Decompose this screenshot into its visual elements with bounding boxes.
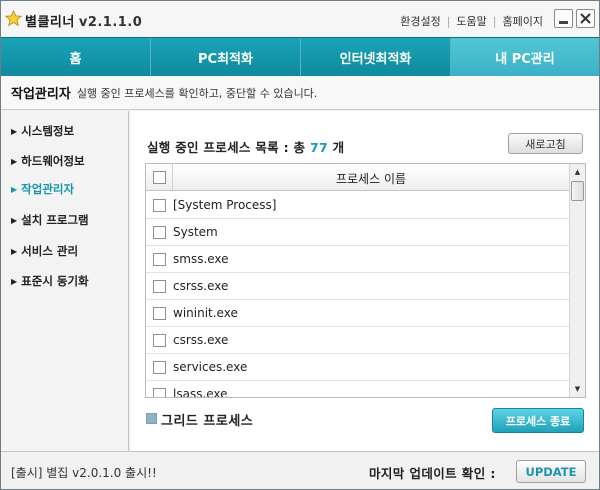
process-list-title: 실행 중인 프로세스 목록 : 총 77 개: [147, 137, 344, 156]
arrow-icon: ▶: [11, 247, 18, 256]
table-row[interactable]: smss.exe: [146, 246, 570, 273]
row-checkbox[interactable]: [153, 307, 166, 320]
table-row[interactable]: System: [146, 219, 570, 246]
sidebar-item-label: 설치 프로그램: [21, 213, 89, 227]
homepage-link[interactable]: 홈페이지: [503, 13, 543, 29]
close-button[interactable]: [576, 9, 595, 28]
process-name: [System Process]: [173, 198, 277, 212]
sidebar-item-system-info[interactable]: ▶ 시스템정보: [11, 123, 74, 139]
tab-internet-optimize[interactable]: 인터넷최적화: [301, 38, 451, 76]
tab-home[interactable]: 홈: [1, 38, 151, 76]
row-checkbox[interactable]: [153, 334, 166, 347]
minimize-button[interactable]: [554, 9, 573, 28]
process-name: csrss.exe: [173, 333, 229, 347]
table-row[interactable]: [System Process]: [146, 192, 570, 219]
sidebar-item-label: 서비스 관리: [21, 244, 79, 258]
app-name: 별클리너: [25, 15, 75, 30]
link-divider: |: [446, 14, 451, 28]
process-count: 77: [310, 140, 329, 155]
star-icon: [5, 10, 22, 27]
scroll-thumb[interactable]: [571, 181, 584, 201]
update-button[interactable]: UPDATE: [516, 460, 586, 483]
close-icon: [580, 13, 591, 24]
arrow-icon: ▶: [11, 216, 18, 225]
release-notice-link[interactable]: [출시] 별집 v2.0.1.0 출시!!: [11, 464, 157, 481]
tab-my-pc[interactable]: 내 PC관리: [451, 38, 599, 76]
process-name: lsass.exe: [173, 387, 228, 398]
process-name: wininit.exe: [173, 306, 238, 320]
end-process-button[interactable]: 프로세스 종료: [492, 408, 584, 433]
section-header: 작업관리자 실행 중인 프로세스를 확인하고, 중단할 수 있습니다.: [1, 76, 599, 110]
row-checkbox[interactable]: [153, 280, 166, 293]
table-row[interactable]: csrss.exe: [146, 273, 570, 300]
top-links: 환경설정 | 도움말 | 홈페이지: [400, 13, 543, 29]
arrow-icon: ▶: [11, 277, 18, 286]
sidebar-item-label: 작업관리자: [21, 182, 75, 196]
table-row[interactable]: csrss.exe: [146, 327, 570, 354]
main-tab-bar: 홈 PC최적화 인터넷최적화 내 PC관리: [1, 37, 599, 76]
sidebar-item-task-manager[interactable]: ▶ 작업관리자: [11, 181, 74, 197]
grid-process-legend: 그리드 프로세스: [161, 414, 254, 429]
settings-link[interactable]: 환경설정: [400, 13, 440, 29]
help-link[interactable]: 도움말: [456, 13, 486, 29]
section-description: 실행 중인 프로세스를 확인하고, 중단할 수 있습니다.: [76, 86, 318, 100]
sidebar-item-time-sync[interactable]: ▶ 표준시 동기화: [11, 273, 89, 289]
table-row[interactable]: wininit.exe: [146, 300, 570, 327]
app-window: 별클리너 v2.1.1.0 환경설정 | 도움말 | 홈페이지 홈 PC최적화 인…: [0, 0, 600, 490]
section-title: 작업관리자: [11, 87, 71, 102]
app-title: 별클리너 v2.1.1.0: [25, 11, 142, 30]
sidebar-item-hardware-info[interactable]: ▶ 하드웨어정보: [11, 153, 85, 169]
table-row[interactable]: services.exe: [146, 354, 570, 381]
process-table: 프로세스 이름 [System Process] System smss.exe: [145, 163, 586, 398]
sidebar-item-service-manager[interactable]: ▶ 서비스 관리: [11, 243, 78, 259]
row-checkbox[interactable]: [153, 388, 166, 397]
process-list-title-suffix: 개: [332, 140, 345, 155]
sidebar: ▶ 시스템정보 ▶ 하드웨어정보 ▶ 작업관리자 ▶ 설치 프로그램 ▶ 서비스 관리 ▶…: [1, 111, 129, 451]
process-name: System: [173, 225, 218, 239]
arrow-icon: ▶: [11, 157, 18, 166]
select-all-checkbox[interactable]: [153, 171, 166, 184]
sidebar-item-label: 시스템정보: [21, 124, 75, 138]
table-row[interactable]: lsass.exe: [146, 381, 570, 398]
app-version: v2.1.1.0: [78, 15, 143, 30]
process-name: smss.exe: [173, 252, 229, 266]
arrow-icon: ▶: [11, 185, 18, 194]
column-header-process-name: 프로세스 이름: [335, 172, 407, 186]
grid-process-swatch: [146, 413, 157, 424]
table-header: 프로세스 이름: [146, 164, 585, 191]
row-checkbox[interactable]: [153, 253, 166, 266]
title-bar: 별클리너 v2.1.1.0 환경설정 | 도움말 | 홈페이지: [1, 1, 599, 37]
sidebar-item-label: 표준시 동기화: [21, 274, 89, 288]
scroll-up-icon[interactable]: ▲: [570, 164, 585, 180]
process-list-title-prefix: 실행 중인 프로세스 목록 : 총: [147, 140, 306, 155]
process-name: services.exe: [173, 360, 248, 374]
tab-pc-optimize[interactable]: PC최적화: [151, 38, 301, 76]
refresh-button[interactable]: 새로고침: [508, 133, 583, 154]
sidebar-item-label: 하드웨어정보: [21, 154, 85, 168]
last-update-label: 마지막 업데이트 확인 :: [369, 466, 496, 481]
row-checkbox[interactable]: [153, 361, 166, 374]
header-check-cell: [146, 164, 173, 191]
footer-bar: [출시] 별집 v2.0.1.0 출시!! 마지막 업데이트 확인 : UPDA…: [1, 451, 599, 489]
vertical-scrollbar[interactable]: ▲ ▼: [569, 164, 585, 397]
process-name: csrss.exe: [173, 279, 229, 293]
arrow-icon: ▶: [11, 127, 18, 136]
sidebar-item-installed-programs[interactable]: ▶ 설치 프로그램: [11, 212, 89, 228]
link-divider: |: [492, 14, 497, 28]
scroll-down-icon[interactable]: ▼: [570, 381, 585, 397]
row-checkbox[interactable]: [153, 226, 166, 239]
row-checkbox[interactable]: [153, 199, 166, 212]
process-panel: 실행 중인 프로세스 목록 : 총 77 개 새로고침 프로세스 이름 [Sys…: [131, 111, 599, 451]
